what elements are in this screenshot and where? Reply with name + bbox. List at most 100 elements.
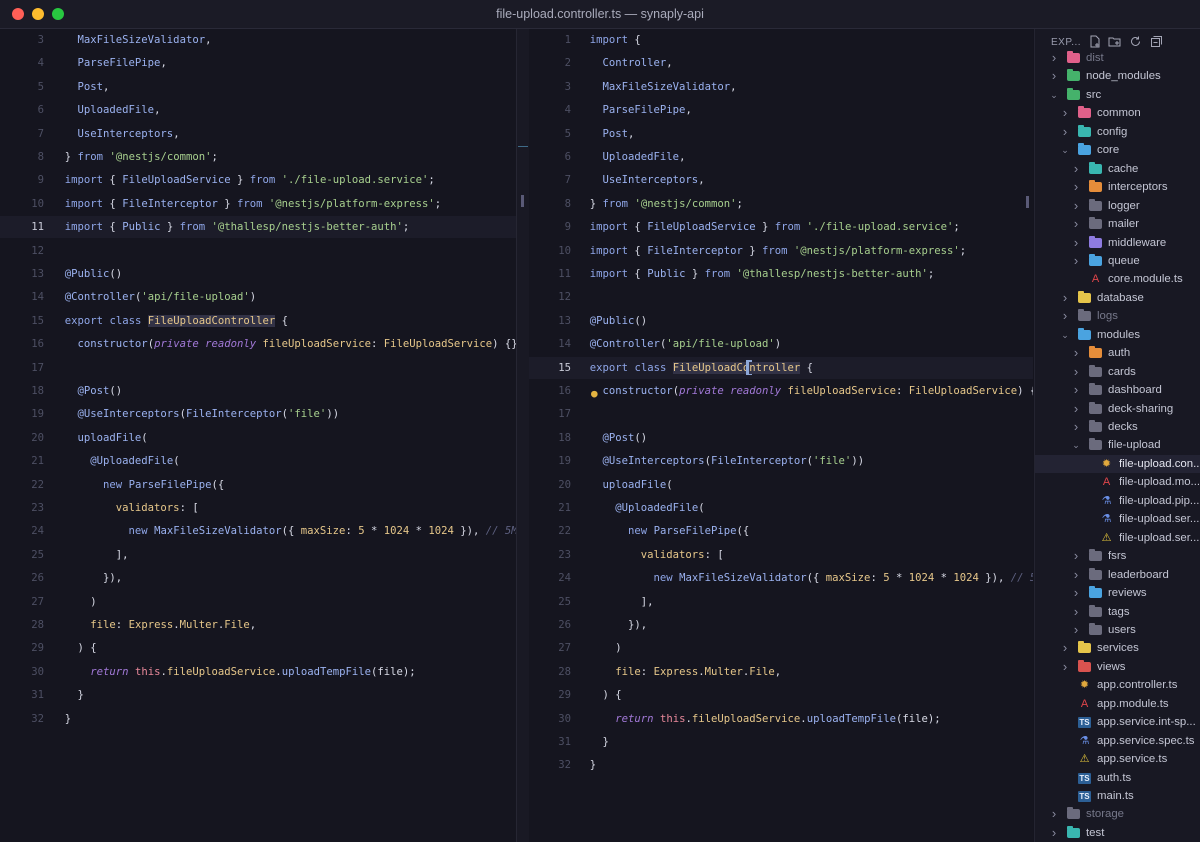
chevron-right-icon[interactable]: › <box>1049 67 1059 85</box>
explorer-folder[interactable]: › config <box>1035 123 1200 141</box>
code-line[interactable]: 27 ) <box>529 637 1033 659</box>
code-line[interactable]: 18 @Post() <box>0 380 516 402</box>
code-line[interactable]: 26 }), <box>0 567 516 589</box>
code-line[interactable]: 11 import { Public } from '@thallesp/nes… <box>0 216 516 239</box>
code-line[interactable]: 17 <box>529 403 1033 425</box>
chevron-down-icon[interactable]: ⌄ <box>1060 326 1070 344</box>
code-line[interactable]: 5 Post, <box>529 123 1033 145</box>
explorer-folder[interactable]: › dist <box>1035 49 1200 67</box>
chevron-right-icon[interactable]: › <box>1049 49 1059 67</box>
code-line[interactable]: 3 MaxFileSizeValidator, <box>0 29 516 51</box>
code-line[interactable]: 4 ParseFilePipe, <box>529 99 1033 121</box>
code-line[interactable]: 8 } from '@nestjs/common'; <box>0 146 516 168</box>
code-line[interactable]: 29 ) { <box>0 637 516 659</box>
chevron-right-icon[interactable]: › <box>1071 178 1081 196</box>
code-line[interactable]: 28 file: Express.Multer.File, <box>529 661 1033 683</box>
explorer-folder[interactable]: › interceptors <box>1035 178 1200 196</box>
explorer-file[interactable]: ✹ file-upload.con... <box>1035 454 1200 474</box>
code-line[interactable]: 32 } <box>529 754 1033 776</box>
code-line[interactable]: 28 file: Express.Multer.File, <box>0 614 516 636</box>
code-line[interactable]: 13 @Public() <box>529 310 1033 332</box>
code-line[interactable]: 27 ) <box>0 591 516 613</box>
explorer-file[interactable]: TS main.ts <box>1035 787 1200 805</box>
refresh-icon[interactable] <box>1128 35 1142 49</box>
code-line[interactable]: 22 new ParseFilePipe({ <box>529 520 1033 542</box>
code-line[interactable]: 31 } <box>529 731 1033 753</box>
code-line[interactable]: 4 ParseFilePipe, <box>0 52 516 74</box>
explorer-folder[interactable]: › deck-sharing <box>1035 400 1200 418</box>
code-line[interactable]: 15 export class FileUploadController { <box>0 310 516 332</box>
explorer-folder[interactable]: › auth <box>1035 344 1200 362</box>
chevron-right-icon[interactable]: › <box>1049 824 1059 842</box>
chevron-right-icon[interactable]: › <box>1071 234 1081 252</box>
explorer-folder[interactable]: › cards <box>1035 363 1200 381</box>
code-line[interactable]: 19 @UseInterceptors(FileInterceptor('fil… <box>0 403 516 425</box>
chevron-right-icon[interactable]: › <box>1071 215 1081 233</box>
code-line[interactable]: 7 UseInterceptors, <box>0 123 516 145</box>
chevron-right-icon[interactable]: › <box>1060 104 1070 122</box>
code-line[interactable]: 15 export class FileUploadController { <box>529 356 1033 379</box>
new-file-icon[interactable] <box>1087 35 1101 49</box>
explorer-folder[interactable]: › users <box>1035 621 1200 639</box>
explorer-folder[interactable]: › fsrs <box>1035 547 1200 565</box>
explorer-folder[interactable]: › reviews <box>1035 584 1200 602</box>
chevron-right-icon[interactable]: › <box>1071 418 1081 436</box>
explorer-file[interactable]: Aapp.module.ts <box>1035 695 1200 713</box>
chevron-right-icon[interactable]: › <box>1071 603 1081 621</box>
chevron-right-icon[interactable]: › <box>1049 805 1059 823</box>
explorer-file[interactable]: ⚗ file-upload.ser... <box>1035 510 1200 528</box>
explorer-file[interactable]: ⚠ app.service.ts <box>1035 750 1200 768</box>
chevron-right-icon[interactable]: › <box>1071 344 1081 362</box>
explorer-folder[interactable]: › cache <box>1035 160 1200 178</box>
code-line[interactable]: 1 import { <box>529 29 1033 51</box>
code-line[interactable]: 9 import { FileUploadService } from './f… <box>0 169 516 191</box>
explorer-folder[interactable]: › views <box>1035 658 1200 676</box>
code-line[interactable]: 25 ], <box>529 591 1033 613</box>
explorer-folder[interactable]: › database <box>1035 289 1200 307</box>
explorer-folder[interactable]: › dashboard <box>1035 381 1200 399</box>
code-line[interactable]: 8 } from '@nestjs/common'; <box>529 193 1033 215</box>
chevron-right-icon[interactable]: › <box>1071 400 1081 418</box>
explorer-file[interactable]: ⚠ file-upload.ser... <box>1035 529 1200 547</box>
explorer-file[interactable]: ⚗ app.service.spec.ts <box>1035 732 1200 750</box>
code-line[interactable]: 19 @UseInterceptors(FileInterceptor('fil… <box>529 450 1033 472</box>
code-line[interactable]: 22 new ParseFilePipe({ <box>0 474 516 496</box>
code-line[interactable]: 6 UploadedFile, <box>0 99 516 121</box>
explorer-folder[interactable]: › services <box>1035 639 1200 657</box>
chevron-right-icon[interactable]: › <box>1071 160 1081 178</box>
code-line[interactable]: 12 <box>529 286 1033 308</box>
code-line[interactable]: 30 return this.fileUploadService.uploadT… <box>529 708 1033 730</box>
chevron-right-icon[interactable]: › <box>1060 289 1070 307</box>
chevron-right-icon[interactable]: › <box>1071 363 1081 381</box>
chevron-right-icon[interactable]: › <box>1060 658 1070 676</box>
code-line[interactable]: 21 @UploadedFile( <box>529 497 1033 519</box>
explorer-folder[interactable]: › queue <box>1035 252 1200 270</box>
explorer-folder[interactable]: › common <box>1035 104 1200 122</box>
explorer-folder[interactable]: › logs <box>1035 307 1200 325</box>
explorer-file[interactable]: TS app.service.int-sp... <box>1035 713 1200 731</box>
new-folder-icon[interactable] <box>1107 35 1121 49</box>
code-line[interactable]: 14 @Controller('api/file-upload') <box>529 333 1033 355</box>
explorer-folder[interactable]: › middleware <box>1035 234 1200 252</box>
explorer-folder[interactable]: ⌄ file-upload <box>1035 436 1200 454</box>
explorer-folder[interactable]: › storage <box>1035 805 1200 823</box>
code-line[interactable]: 16 constructor(private readonly fileUplo… <box>529 380 1033 402</box>
code-line[interactable]: 16 constructor(private readonly fileUplo… <box>0 333 516 355</box>
code-line[interactable]: 24 new MaxFileSizeValidator({ maxSize: 5… <box>0 520 516 542</box>
code-line[interactable]: 20 uploadFile( <box>529 474 1033 496</box>
explorer-folder[interactable]: › node_modules <box>1035 67 1200 85</box>
code-line[interactable]: 29 ) { <box>529 684 1033 706</box>
chevron-down-icon[interactable]: ⌄ <box>1071 436 1081 454</box>
chevron-right-icon[interactable]: › <box>1071 197 1081 215</box>
code-line[interactable]: 9 import { FileUploadService } from './f… <box>529 216 1033 238</box>
code-line[interactable]: 13 @Public() <box>0 263 516 285</box>
code-line[interactable]: 30 return this.fileUploadService.uploadT… <box>0 661 516 683</box>
explorer-file[interactable]: Afile-upload.mo... <box>1035 473 1200 491</box>
chevron-right-icon[interactable]: › <box>1071 252 1081 270</box>
code-line[interactable]: 18 @Post() <box>529 427 1033 449</box>
code-line[interactable]: 25 ], <box>0 544 516 566</box>
code-line[interactable]: 24 new MaxFileSizeValidator({ maxSize: 5… <box>529 567 1033 589</box>
code-line[interactable]: 21 @UploadedFile( <box>0 450 516 472</box>
code-line[interactable]: 23 validators: [ <box>0 497 516 519</box>
code-line[interactable]: 26 }), <box>529 614 1033 636</box>
